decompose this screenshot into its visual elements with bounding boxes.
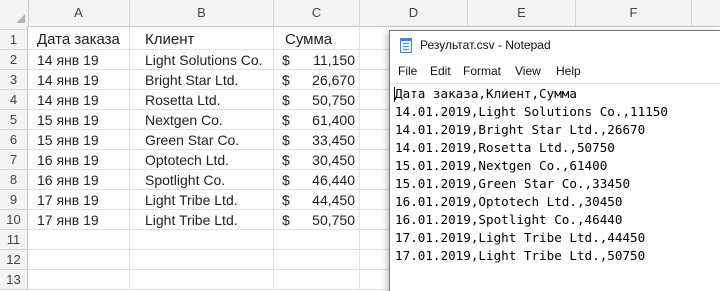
- cell-sum[interactable]: 30,450: [296, 150, 355, 170]
- cell-currency: $: [282, 112, 290, 128]
- text-line: 15.01.2019,Nextgen Co.,61400: [395, 158, 608, 173]
- gridline: [273, 26, 274, 290]
- row-header-6[interactable]: 6: [0, 130, 28, 150]
- gridline: [359, 26, 360, 290]
- menu-divider: [390, 83, 720, 84]
- cell-sum[interactable]: 50,750: [296, 210, 355, 230]
- cell-date[interactable]: 16 янв 19: [37, 170, 129, 190]
- column-header-c[interactable]: C: [274, 0, 360, 26]
- cell-date[interactable]: 16 янв 19: [37, 150, 129, 170]
- row-header-4[interactable]: 4: [0, 90, 28, 110]
- cell-date[interactable]: 17 янв 19: [37, 190, 129, 210]
- cell-currency: $: [282, 212, 290, 228]
- cell-sum[interactable]: 46,440: [296, 170, 355, 190]
- menu-file[interactable]: File: [398, 64, 417, 78]
- cell-client[interactable]: Light Solutions Co.: [145, 50, 272, 70]
- row-header-11[interactable]: 11: [0, 230, 28, 250]
- row-header-gap: [0, 26, 28, 30]
- cell-currency: $: [282, 152, 290, 168]
- cell-sum[interactable]: 26,670: [296, 70, 355, 90]
- row-header-1[interactable]: 1: [0, 30, 28, 50]
- row-header-13[interactable]: 13: [0, 270, 28, 290]
- row-header-3[interactable]: 3: [0, 70, 28, 90]
- cell-currency: $: [282, 192, 290, 208]
- cell-currency: $: [282, 172, 290, 188]
- menu-bar: File Edit Format View Help: [390, 61, 720, 83]
- cell-sum[interactable]: 61,400: [296, 110, 355, 130]
- text-line: 16.01.2019,Optotech Ltd.,30450: [395, 194, 623, 209]
- column-header-a[interactable]: A: [28, 0, 130, 26]
- row-header-5[interactable]: 5: [0, 110, 28, 130]
- notepad-title-bar[interactable]: Результат.csv - Notepad: [390, 31, 720, 61]
- cell-currency: $: [282, 92, 290, 108]
- select-all-corner[interactable]: [0, 0, 29, 26]
- row-header-2[interactable]: 2: [0, 50, 28, 70]
- cell-client[interactable]: Light Tribe Ltd.: [145, 190, 272, 210]
- row-header-8[interactable]: 8: [0, 170, 28, 190]
- window-title: Результат.csv - Notepad: [420, 38, 551, 52]
- column-header-f[interactable]: F: [576, 0, 692, 26]
- cell-date[interactable]: 17 янв 19: [37, 210, 129, 230]
- cell-sum[interactable]: 33,450: [296, 130, 355, 150]
- text-line: 14.01.2019,Light Solutions Co.,11150: [395, 104, 668, 119]
- cell-client[interactable]: Rosetta Ltd.: [145, 90, 272, 110]
- cell-date[interactable]: 14 янв 19: [37, 70, 129, 90]
- cell-client[interactable]: Light Tribe Ltd.: [145, 210, 272, 230]
- cell-sum[interactable]: 44,450: [296, 190, 355, 210]
- text-line: Дата заказа,Клиент,Сумма: [395, 86, 577, 101]
- menu-help[interactable]: Help: [556, 64, 581, 78]
- column-header-b[interactable]: B: [130, 0, 274, 26]
- column-header-bar: A B C D E F: [0, 0, 720, 27]
- cell-c1-header[interactable]: Сумма: [285, 30, 357, 50]
- text-line: 17.01.2019,Light Tribe Ltd.,50750: [395, 248, 646, 263]
- cell-client[interactable]: Nextgen Co.: [145, 110, 272, 130]
- row-header-9[interactable]: 9: [0, 190, 28, 210]
- select-all-triangle-icon: [16, 14, 25, 23]
- text-line: 17.01.2019,Light Tribe Ltd.,44450: [395, 230, 646, 245]
- row-header-10[interactable]: 10: [0, 210, 28, 230]
- gridline: [129, 26, 130, 290]
- cell-client[interactable]: Bright Star Ltd.: [145, 70, 272, 90]
- cell-client[interactable]: Spotlight Co.: [145, 170, 272, 190]
- text-line: 14.01.2019,Bright Star Ltd.,26670: [395, 122, 646, 137]
- column-header-d[interactable]: D: [360, 0, 468, 26]
- cell-sum[interactable]: 11,150: [296, 50, 355, 70]
- cell-currency: $: [282, 52, 290, 68]
- text-line: 14.01.2019,Rosetta Ltd.,50750: [395, 140, 615, 155]
- text-line: 15.01.2019,Green Star Co.,33450: [395, 176, 631, 191]
- cell-date[interactable]: 14 янв 19: [37, 50, 129, 70]
- cell-client[interactable]: Optotech Ltd.: [145, 150, 272, 170]
- text-editor-area[interactable]: Дата заказа,Клиент,Сумма 14.01.2019,Ligh…: [395, 85, 717, 289]
- cell-client[interactable]: Green Star Co.: [145, 130, 272, 150]
- cell-date[interactable]: 14 янв 19: [37, 90, 129, 110]
- notepad-window[interactable]: Результат.csv - Notepad File Edit Format…: [389, 30, 720, 291]
- text-line: 16.01.2019,Spotlight Co.,46440: [395, 212, 623, 227]
- cell-date[interactable]: 15 янв 19: [37, 110, 129, 130]
- column-header-e[interactable]: E: [468, 0, 576, 26]
- menu-edit[interactable]: Edit: [430, 64, 451, 78]
- cell-date[interactable]: 15 янв 19: [37, 130, 129, 150]
- notepad-icon: [400, 38, 412, 53]
- menu-view[interactable]: View: [515, 64, 541, 78]
- cell-currency: $: [282, 72, 290, 88]
- cell-b1-header[interactable]: Клиент: [145, 30, 271, 50]
- menu-format[interactable]: Format: [463, 64, 501, 78]
- cell-currency: $: [282, 132, 290, 148]
- row-header-12[interactable]: 12: [0, 250, 28, 270]
- row-header-7[interactable]: 7: [0, 150, 28, 170]
- cell-a1-header[interactable]: Дата заказа: [37, 30, 129, 50]
- text-caret: [394, 87, 395, 102]
- cell-sum[interactable]: 50,750: [296, 90, 355, 110]
